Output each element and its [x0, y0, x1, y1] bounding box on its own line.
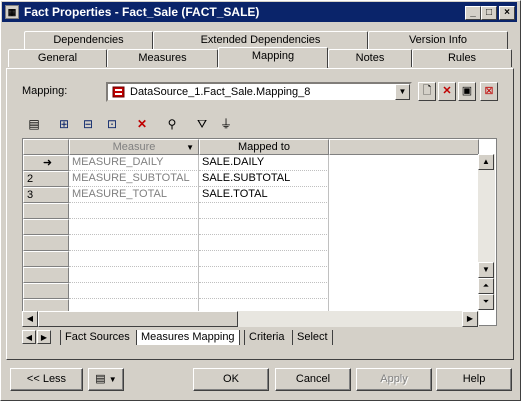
add-row-icon[interactable]: ⊟ [78, 114, 98, 134]
subtab-fact-sources[interactable]: Fact Sources [60, 330, 134, 345]
scroll-top-icon[interactable]: ⏶ [478, 278, 494, 294]
row-header-corner [23, 139, 69, 155]
subtab-strip: ◀ ▶ Fact Sources Measures Mapping Criter… [22, 328, 497, 346]
mapping-value: DataSource_1.Fact_Sale.Mapping_8 [130, 86, 311, 98]
column-header-measure[interactable]: Measure ▼ [69, 139, 199, 155]
chevron-down-icon: ▼ [108, 375, 117, 384]
tab-version-info[interactable]: Version Info [368, 31, 508, 49]
insert-row-icon[interactable]: ⊞ [54, 114, 74, 134]
scroll-thumb[interactable] [38, 311, 238, 327]
empty-row-marker[interactable] [23, 235, 69, 251]
properties-icon[interactable]: ▣ [458, 82, 476, 101]
scroll-right-icon[interactable]: ▶ [462, 311, 478, 327]
scroll-bottom-icon[interactable]: ⏷ [478, 294, 494, 310]
cell-mapped-to[interactable]: SALE.DAILY [199, 155, 329, 171]
subtab-scroll-left-icon[interactable]: ◀ [22, 330, 36, 344]
column-header-empty [329, 139, 479, 155]
empty-cell[interactable] [199, 251, 329, 267]
find-icon[interactable]: ⚲ [162, 114, 182, 134]
mapping-label: Mapping: [22, 85, 68, 97]
list-icon: ▤ [95, 373, 106, 385]
tab-general[interactable]: General [8, 49, 107, 67]
filter-icon[interactable]: ⛛ [192, 114, 212, 134]
empty-cell[interactable] [69, 251, 199, 267]
tab-mapping[interactable]: Mapping [218, 47, 328, 68]
close-button[interactable]: × [499, 6, 515, 20]
cell-measure[interactable]: MEASURE_SUBTOTAL [69, 171, 199, 187]
vertical-scrollbar[interactable]: ▲ ▼ ⏶ ⏷ [478, 154, 495, 310]
empty-cell[interactable] [199, 219, 329, 235]
horizontal-scrollbar[interactable]: ◀ ▶ [22, 311, 479, 327]
empty-cell[interactable] [69, 267, 199, 283]
row-marker[interactable]: 2 [23, 171, 69, 187]
scroll-left-icon[interactable]: ◀ [22, 311, 38, 327]
link-mapping-icon[interactable]: ⊠ [480, 82, 498, 101]
cell-mapped-to[interactable]: SALE.SUBTOTAL [199, 171, 329, 187]
empty-row-marker[interactable] [23, 203, 69, 219]
tab-measures[interactable]: Measures [107, 49, 218, 67]
empty-cell[interactable] [199, 283, 329, 299]
empty-cell[interactable] [199, 203, 329, 219]
cell-mapped-to[interactable]: SALE.TOTAL [199, 187, 329, 203]
scroll-down-icon[interactable]: ▼ [478, 262, 494, 278]
scroll-up-icon[interactable]: ▲ [478, 154, 494, 170]
title-bar[interactable]: ▦ Fact Properties - Fact_Sale (FACT_SALE… [2, 2, 517, 22]
empty-cell[interactable] [69, 203, 199, 219]
properties-icon[interactable]: ▤ [24, 114, 44, 134]
apply-button[interactable]: Apply [356, 368, 432, 391]
mapping-dropdown[interactable]: DataSource_1.Fact_Sale.Mapping_8 ▼ [106, 82, 412, 102]
subtab-criteria[interactable]: Criteria [244, 330, 288, 345]
empty-row-marker[interactable] [23, 267, 69, 283]
app-icon: ▦ [5, 5, 19, 19]
clear-filter-icon[interactable]: ⏚ [216, 114, 236, 134]
row-marker[interactable]: 3 [23, 187, 69, 203]
delete-mapping-icon[interactable]: ✕ [438, 82, 456, 101]
delete-icon[interactable]: ✕ [132, 114, 152, 134]
empty-row-marker[interactable] [23, 219, 69, 235]
cancel-button[interactable]: Cancel [275, 368, 351, 391]
maximize-button[interactable]: □ [481, 6, 497, 20]
mapping-grid[interactable]: Measure ▼ Mapped to ➜ MEASURE_DAILY SALE… [22, 138, 497, 326]
less-button[interactable]: << Less [10, 368, 83, 391]
sort-arrow-icon[interactable]: ▼ [186, 140, 194, 155]
empty-cell[interactable] [69, 235, 199, 251]
datasource-icon [112, 86, 125, 98]
options-menu-button[interactable]: ▤ ▼ [88, 368, 124, 391]
ok-button[interactable]: OK [193, 368, 269, 391]
dropdown-arrow-icon[interactable]: ▼ [395, 84, 410, 100]
cell-measure[interactable]: MEASURE_TOTAL [69, 187, 199, 203]
empty-row-marker[interactable] [23, 251, 69, 267]
subtab-select[interactable]: Select [292, 330, 333, 345]
grid-toolbar: ▤ ⊞ ⊟ ⊡ ✕ ⚲ ⛛ ⏚ [22, 110, 500, 138]
subtab-scroll-right-icon[interactable]: ▶ [37, 330, 51, 344]
empty-row-marker[interactable] [23, 283, 69, 299]
subtab-measures-mapping[interactable]: Measures Mapping [136, 330, 240, 345]
minimize-button[interactable]: _ [465, 6, 481, 20]
tab-rules[interactable]: Rules [412, 49, 512, 67]
tab-dependencies[interactable]: Dependencies [24, 31, 153, 49]
empty-cell[interactable] [199, 235, 329, 251]
empty-cell[interactable] [199, 267, 329, 283]
empty-cell[interactable] [69, 283, 199, 299]
row-marker[interactable]: ➜ [23, 155, 69, 171]
help-button[interactable]: Help [436, 368, 512, 391]
cell-measure[interactable]: MEASURE_DAILY [69, 155, 199, 171]
window-title: Fact Properties - Fact_Sale (FACT_SALE) [24, 5, 260, 19]
column-label-measure: Measure [112, 141, 156, 153]
tab-notes[interactable]: Notes [328, 49, 412, 67]
empty-cell[interactable] [69, 219, 199, 235]
add-rows-icon[interactable]: ⊡ [102, 114, 122, 134]
column-header-mapped-to[interactable]: Mapped to [199, 139, 329, 155]
new-mapping-icon[interactable]: 🗋 [418, 82, 436, 101]
